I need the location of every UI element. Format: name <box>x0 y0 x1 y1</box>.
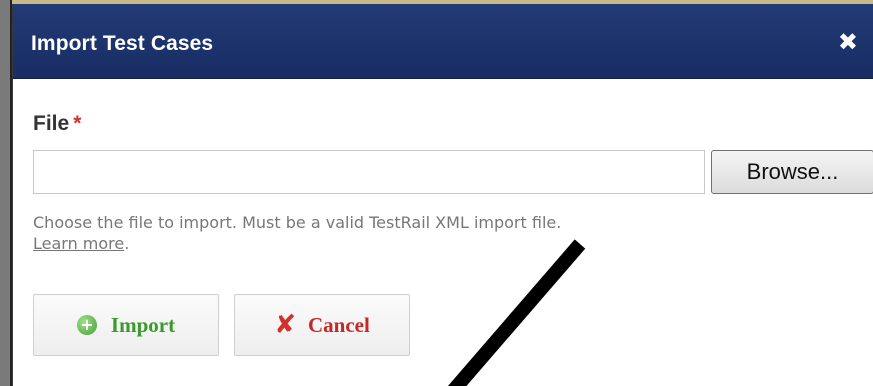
import-button-label: Import <box>110 312 176 337</box>
file-path-input[interactable] <box>33 150 705 194</box>
file-hint-text: Choose the file to import. Must be a val… <box>33 213 562 232</box>
file-hint: Choose the file to import. Must be a val… <box>33 212 863 254</box>
import-button[interactable]: + Import <box>33 294 219 356</box>
import-dialog: Import Test Cases ✖ File * Browse... Choo… <box>12 4 873 386</box>
x-icon: ✘ <box>274 310 296 340</box>
dialog-title: Import Test Cases <box>31 32 214 55</box>
window-left-frame <box>0 0 12 386</box>
dialog-titlebar: Import Test Cases ✖ <box>13 4 873 79</box>
cancel-button[interactable]: ✘ Cancel <box>234 294 410 356</box>
browse-button[interactable]: Browse... <box>711 150 873 194</box>
cancel-button-label: Cancel <box>307 312 370 337</box>
close-icon[interactable]: ✖ <box>838 30 858 54</box>
plus-circle-icon: + <box>76 315 97 335</box>
hint-trailing-period: . <box>124 234 130 253</box>
file-field-label: File * <box>33 112 81 136</box>
file-label-text: File <box>33 112 70 135</box>
required-asterisk: * <box>73 112 82 135</box>
learn-more-link[interactable]: Learn more <box>33 234 124 253</box>
